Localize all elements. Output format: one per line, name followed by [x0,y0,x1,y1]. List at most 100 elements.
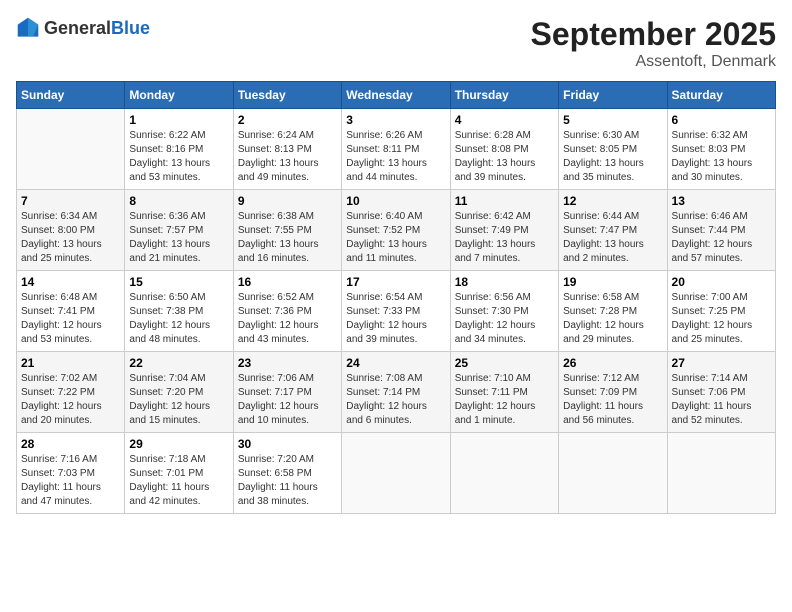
day-info: Sunrise: 6:46 AM Sunset: 7:44 PM Dayligh… [672,210,771,266]
day-info: Sunrise: 6:22 AM Sunset: 8:16 PM Dayligh… [129,129,228,185]
calendar-cell: 16Sunrise: 6:52 AM Sunset: 7:36 PM Dayli… [233,271,341,352]
day-info: Sunrise: 7:10 AM Sunset: 7:11 PM Dayligh… [455,372,554,428]
day-info: Sunrise: 7:18 AM Sunset: 7:01 PM Dayligh… [129,453,228,509]
weekday-row: SundayMondayTuesdayWednesdayThursdayFrid… [17,82,776,109]
calendar-cell: 8 Sunrise: 6:36 AM Sunset: 7:57 PM Daylig… [125,190,233,271]
location-title: Assentoft, Denmark [531,53,776,71]
day-info: Sunrise: 7:16 AM Sunset: 7:03 PM Dayligh… [21,453,120,509]
calendar-cell: 13 Sunrise: 6:46 AM Sunset: 7:44 PM Dayli… [667,190,775,271]
calendar-cell: 17 Sunrise: 6:54 AM Sunset: 7:33 PM Dayli… [342,271,450,352]
day-info: Sunrise: 6:40 AM Sunset: 7:52 PM Dayligh… [346,210,445,266]
weekday-header: Saturday [667,82,775,109]
calendar-week-row: 14 Sunrise: 6:48 AM Sunset: 7:41 PM Dayli… [17,271,776,352]
weekday-header: Wednesday [342,82,450,109]
calendar-cell: 20 Sunrise: 7:00 AM Sunset: 7:25 PM Dayli… [667,271,775,352]
day-info: Sunrise: 6:30 AM Sunset: 8:05 PM Dayligh… [563,129,662,185]
day-info: Sunrise: 6:54 AM Sunset: 7:33 PM Dayligh… [346,291,445,347]
day-info: Sunrise: 6:56 AM Sunset: 7:30 PM Dayligh… [455,291,554,347]
calendar-cell [17,109,125,190]
day-info: Sunrise: 6:36 AM Sunset: 7:57 PM Dayligh… [129,210,228,266]
day-number: 21 [21,356,120,370]
calendar-cell: 24 Sunrise: 7:08 AM Sunset: 7:14 PM Dayli… [342,352,450,433]
calendar-cell: 4Sunrise: 6:28 AM Sunset: 8:08 PM Daylig… [450,109,558,190]
logo-icon [16,16,40,40]
calendar-header: SundayMondayTuesdayWednesdayThursdayFrid… [17,82,776,109]
day-number: 8 [129,194,228,208]
day-info: Sunrise: 7:00 AM Sunset: 7:25 PM Dayligh… [672,291,771,347]
calendar-cell: 15Sunrise: 6:50 AM Sunset: 7:38 PM Dayli… [125,271,233,352]
day-number: 1 [129,113,228,127]
calendar-table: SundayMondayTuesdayWednesdayThursdayFrid… [16,81,776,514]
calendar-cell: 25 Sunrise: 7:10 AM Sunset: 7:11 PM Dayli… [450,352,558,433]
month-title: September 2025 [531,16,776,53]
day-number: 3 [346,113,445,127]
calendar-week-row: 7 Sunrise: 6:34 AM Sunset: 8:00 PM Daylig… [17,190,776,271]
calendar-cell: 21 Sunrise: 7:02 AM Sunset: 7:22 PM Dayli… [17,352,125,433]
calendar-cell [667,433,775,514]
day-info: Sunrise: 7:12 AM Sunset: 7:09 PM Dayligh… [563,372,662,428]
calendar-week-row: 21 Sunrise: 7:02 AM Sunset: 7:22 PM Dayli… [17,352,776,433]
day-number: 13 [672,194,771,208]
calendar-cell: 6Sunrise: 6:32 AM Sunset: 8:03 PM Daylig… [667,109,775,190]
day-number: 27 [672,356,771,370]
calendar-cell: 5 Sunrise: 6:30 AM Sunset: 8:05 PM Daylig… [559,109,667,190]
day-number: 23 [238,356,337,370]
day-info: Sunrise: 6:58 AM Sunset: 7:28 PM Dayligh… [563,291,662,347]
day-info: Sunrise: 6:42 AM Sunset: 7:49 PM Dayligh… [455,210,554,266]
day-info: Sunrise: 6:32 AM Sunset: 8:03 PM Dayligh… [672,129,771,185]
day-number: 7 [21,194,120,208]
calendar-week-row: 28 Sunrise: 7:16 AM Sunset: 7:03 PM Dayli… [17,433,776,514]
calendar-cell: 1 Sunrise: 6:22 AM Sunset: 8:16 PM Daylig… [125,109,233,190]
logo: GeneralBlue [16,16,150,40]
calendar-cell: 3 Sunrise: 6:26 AM Sunset: 8:11 PM Daylig… [342,109,450,190]
day-number: 28 [21,437,120,451]
day-info: Sunrise: 7:04 AM Sunset: 7:20 PM Dayligh… [129,372,228,428]
day-info: Sunrise: 7:08 AM Sunset: 7:14 PM Dayligh… [346,372,445,428]
day-number: 25 [455,356,554,370]
day-info: Sunrise: 7:14 AM Sunset: 7:06 PM Dayligh… [672,372,771,428]
day-info: Sunrise: 7:02 AM Sunset: 7:22 PM Dayligh… [21,372,120,428]
day-number: 24 [346,356,445,370]
day-number: 2 [238,113,337,127]
day-number: 17 [346,275,445,289]
calendar-cell: 19 Sunrise: 6:58 AM Sunset: 7:28 PM Dayli… [559,271,667,352]
day-number: 19 [563,275,662,289]
calendar-cell: 18 Sunrise: 6:56 AM Sunset: 7:30 PM Dayli… [450,271,558,352]
day-number: 14 [21,275,120,289]
day-info: Sunrise: 6:26 AM Sunset: 8:11 PM Dayligh… [346,129,445,185]
calendar-cell: 14 Sunrise: 6:48 AM Sunset: 7:41 PM Dayli… [17,271,125,352]
day-number: 11 [455,194,554,208]
calendar-cell: 10Sunrise: 6:40 AM Sunset: 7:52 PM Dayli… [342,190,450,271]
calendar-cell: 7 Sunrise: 6:34 AM Sunset: 8:00 PM Daylig… [17,190,125,271]
logo-text-general: General [44,18,111,38]
weekday-header: Monday [125,82,233,109]
calendar-week-row: 1 Sunrise: 6:22 AM Sunset: 8:16 PM Daylig… [17,109,776,190]
logo-text-blue: Blue [111,18,150,38]
day-info: Sunrise: 6:34 AM Sunset: 8:00 PM Dayligh… [21,210,120,266]
calendar-body: 1 Sunrise: 6:22 AM Sunset: 8:16 PM Daylig… [17,109,776,514]
calendar-cell: 22 Sunrise: 7:04 AM Sunset: 7:20 PM Dayli… [125,352,233,433]
day-number: 16 [238,275,337,289]
calendar-cell: 9Sunrise: 6:38 AM Sunset: 7:55 PM Daylig… [233,190,341,271]
day-number: 22 [129,356,228,370]
day-info: Sunrise: 6:44 AM Sunset: 7:47 PM Dayligh… [563,210,662,266]
day-info: Sunrise: 7:06 AM Sunset: 7:17 PM Dayligh… [238,372,337,428]
calendar-cell: 11 Sunrise: 6:42 AM Sunset: 7:49 PM Dayli… [450,190,558,271]
day-info: Sunrise: 6:48 AM Sunset: 7:41 PM Dayligh… [21,291,120,347]
calendar-cell: 2Sunrise: 6:24 AM Sunset: 8:13 PM Daylig… [233,109,341,190]
weekday-header: Tuesday [233,82,341,109]
day-number: 5 [563,113,662,127]
day-number: 20 [672,275,771,289]
day-number: 18 [455,275,554,289]
day-number: 26 [563,356,662,370]
day-info: Sunrise: 6:38 AM Sunset: 7:55 PM Dayligh… [238,210,337,266]
calendar-cell: 29Sunrise: 7:18 AM Sunset: 7:01 PM Dayli… [125,433,233,514]
day-number: 15 [129,275,228,289]
calendar-cell: 12Sunrise: 6:44 AM Sunset: 7:47 PM Dayli… [559,190,667,271]
weekday-header: Friday [559,82,667,109]
calendar-cell: 26 Sunrise: 7:12 AM Sunset: 7:09 PM Dayli… [559,352,667,433]
calendar-cell: 30 Sunrise: 7:20 AM Sunset: 6:58 PM Dayli… [233,433,341,514]
day-number: 30 [238,437,337,451]
day-info: Sunrise: 7:20 AM Sunset: 6:58 PM Dayligh… [238,453,337,509]
calendar-cell: 28 Sunrise: 7:16 AM Sunset: 7:03 PM Dayli… [17,433,125,514]
